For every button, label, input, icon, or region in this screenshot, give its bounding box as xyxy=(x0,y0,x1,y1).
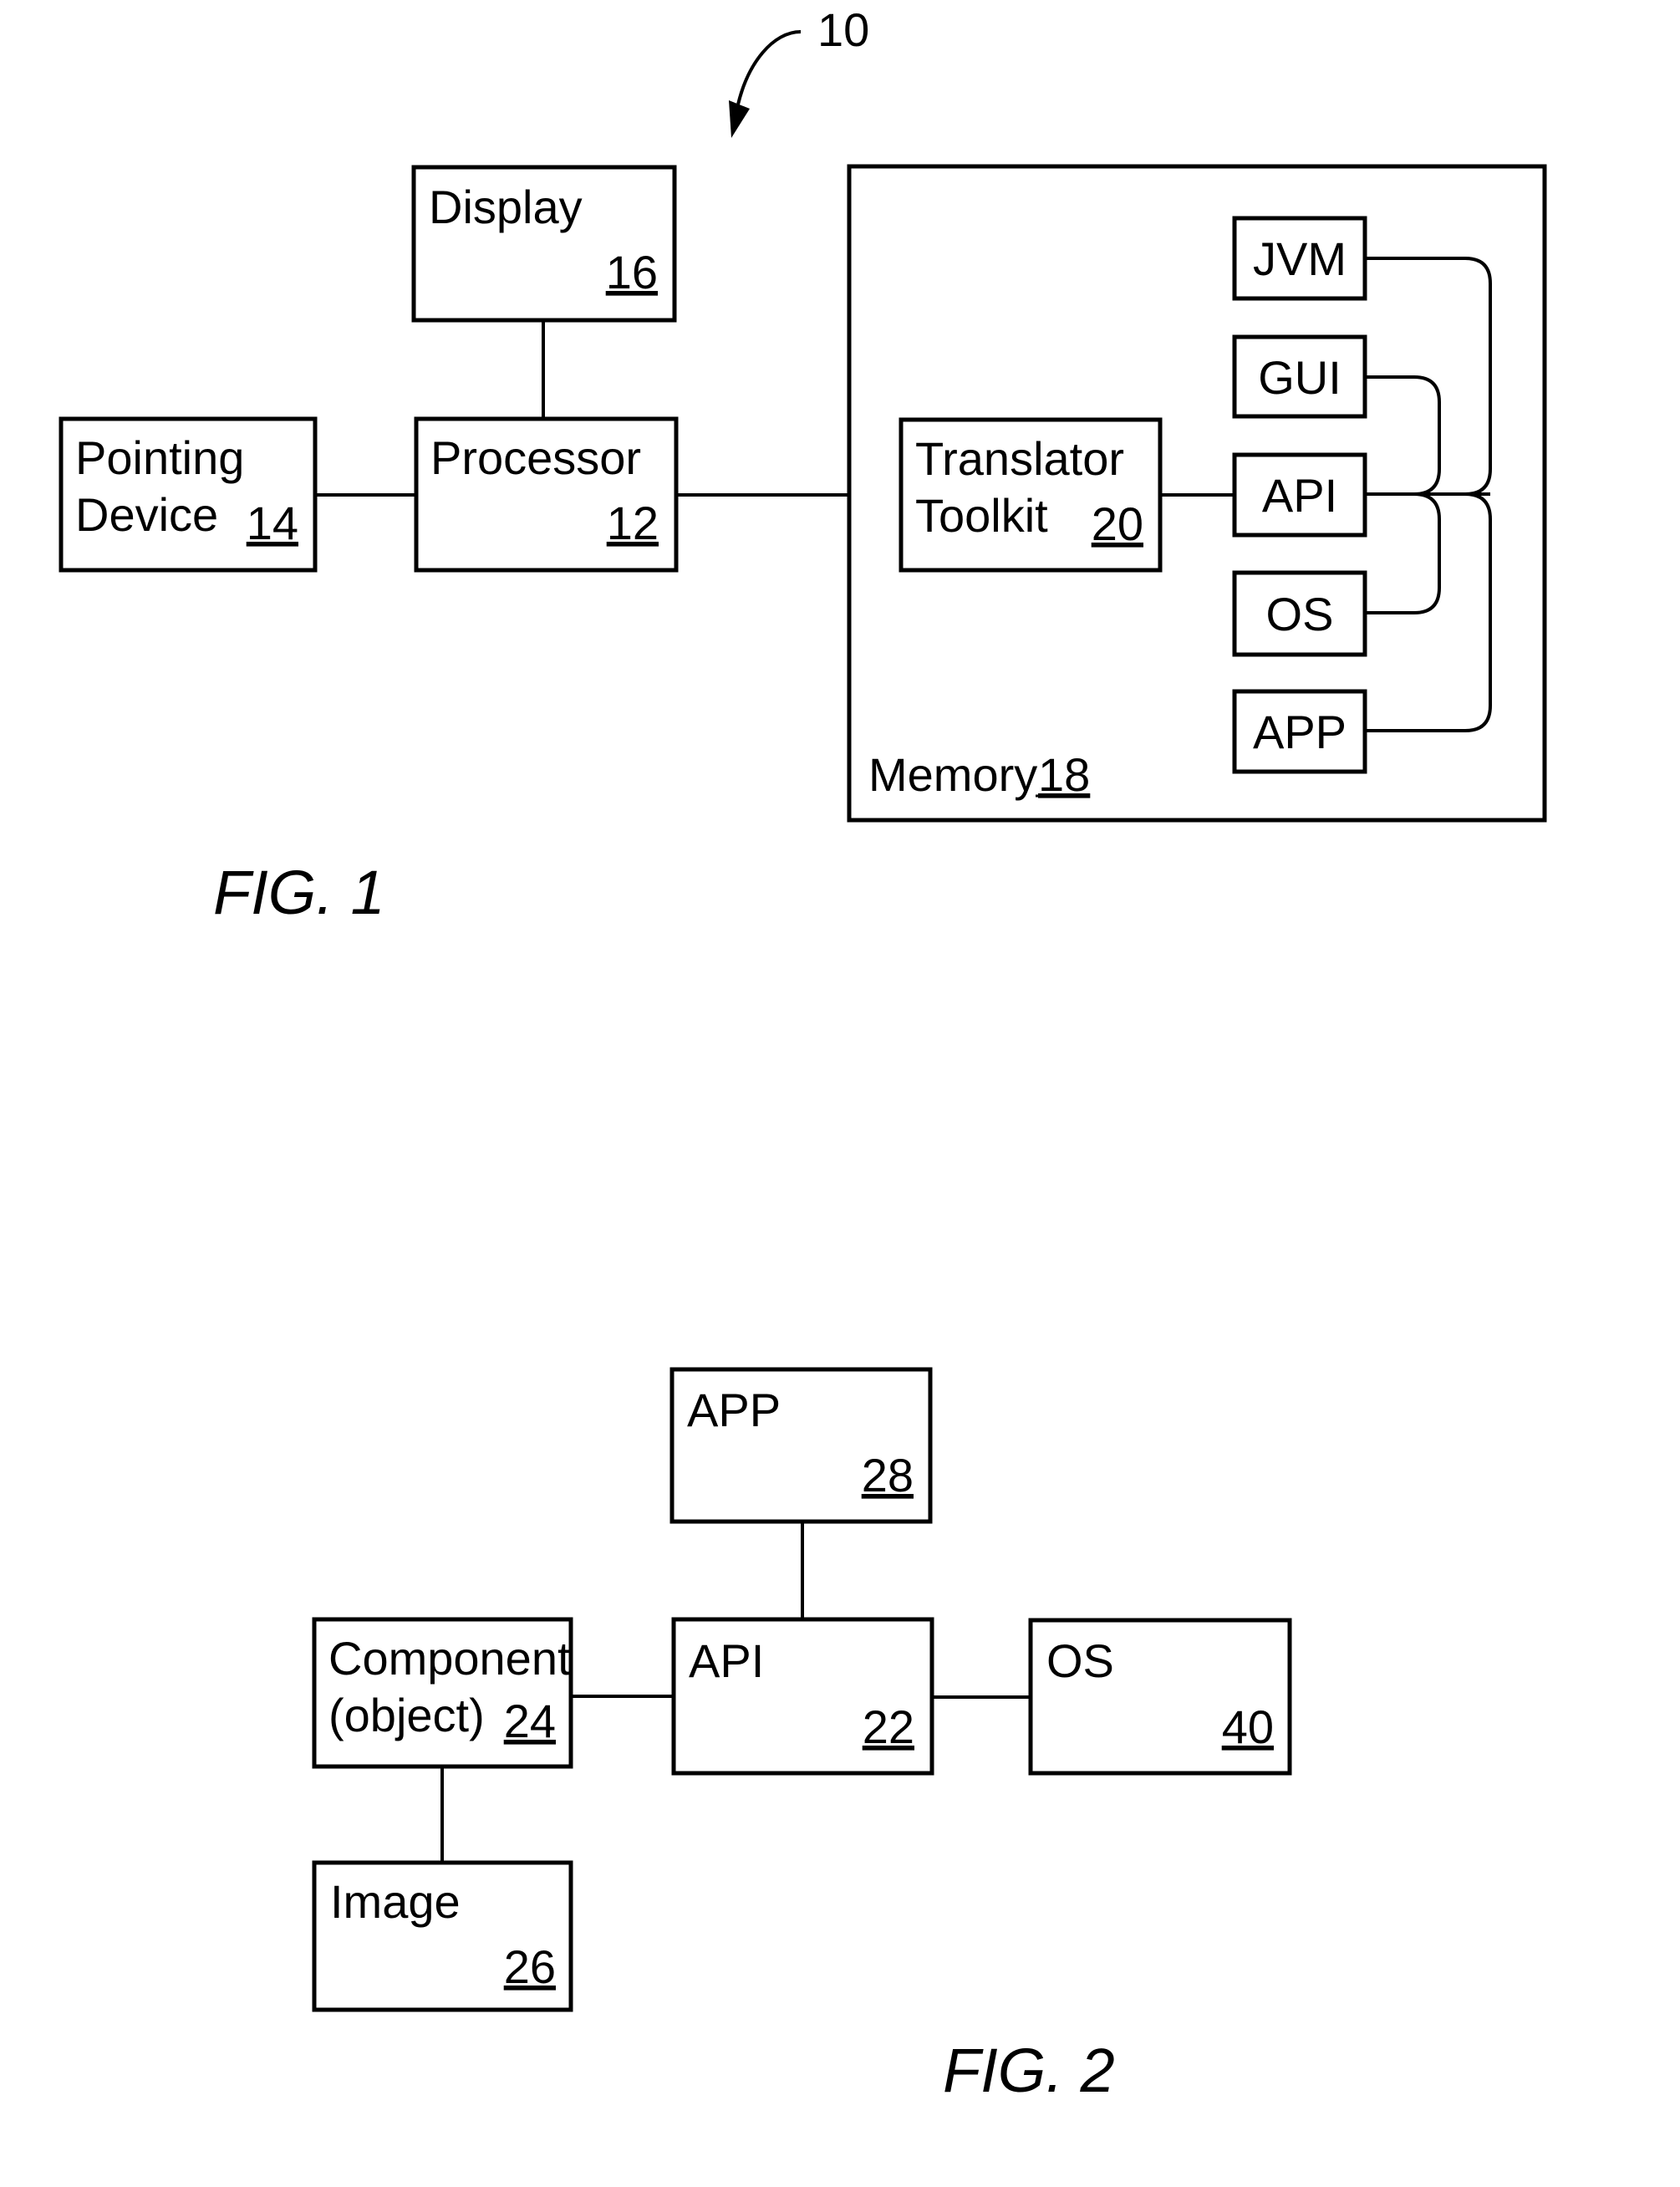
patent-drawing-sheet: 10 Display 16 Pointing Device 14 Process… xyxy=(59,3,1547,2105)
api-ref-fig2: 22 xyxy=(863,1700,914,1753)
image-label: Image xyxy=(330,1875,461,1928)
api-label: API xyxy=(1262,469,1337,522)
memory-ref: 18 xyxy=(1038,748,1090,801)
os-ref-fig2: 40 xyxy=(1222,1700,1274,1753)
system-reference: 10 xyxy=(729,3,869,138)
component-block: Component (object) 24 xyxy=(312,1617,573,1769)
api-block-fig2: API 22 xyxy=(671,1617,934,1776)
jvm-label: JVM xyxy=(1253,232,1347,285)
gui-block: GUI xyxy=(1232,334,1367,419)
gui-label: GUI xyxy=(1258,351,1341,404)
app-label-fig2: APP xyxy=(687,1384,781,1436)
memory-label: Memory xyxy=(868,748,1037,801)
os-label: OS xyxy=(1266,588,1334,640)
component-label-line1: Component xyxy=(328,1632,571,1685)
figure-2-caption: FIG. 2 xyxy=(943,2036,1115,2105)
display-ref: 16 xyxy=(606,246,658,298)
app-block-fig2: APP 28 xyxy=(669,1367,933,1524)
os-block-fig2: OS 40 xyxy=(1028,1618,1292,1776)
os-label-fig2: OS xyxy=(1046,1634,1114,1687)
pointing-device-ref: 14 xyxy=(247,497,298,549)
processor-ref: 12 xyxy=(607,497,659,549)
app-ref-fig2: 28 xyxy=(862,1449,914,1501)
image-ref: 26 xyxy=(504,1940,556,1993)
pointing-device-label-line1: Pointing xyxy=(75,431,244,484)
api-label-fig2: API xyxy=(689,1634,764,1687)
translator-toolkit-label-line2: Toolkit xyxy=(915,489,1048,542)
system-ref-number: 10 xyxy=(817,3,869,56)
figure-1: 10 Display 16 Pointing Device 14 Process… xyxy=(59,3,1547,927)
curved-arrow-icon xyxy=(736,30,802,105)
jvm-block: JVM xyxy=(1232,216,1367,301)
component-ref: 24 xyxy=(504,1695,556,1747)
display-label: Display xyxy=(429,181,583,233)
figure-2: APP 28 API 22 OS 40 Component (object) 2… xyxy=(312,1367,1292,2105)
processor-block: Processor 12 xyxy=(414,416,679,573)
figure-1-caption: FIG. 1 xyxy=(213,858,385,927)
processor-label: Processor xyxy=(430,431,641,484)
image-block: Image 26 xyxy=(312,1860,573,2012)
translator-toolkit-ref: 20 xyxy=(1092,497,1143,550)
pointing-device-label-line2: Device xyxy=(75,488,218,541)
api-block: API xyxy=(1232,452,1367,538)
os-block: OS xyxy=(1232,570,1367,657)
component-label-line2: (object) xyxy=(328,1689,485,1741)
translator-toolkit-label-line1: Translator xyxy=(915,432,1124,485)
app-block: APP xyxy=(1232,689,1367,774)
pointing-device-block: Pointing Device 14 xyxy=(59,416,318,573)
translator-toolkit-block: Translator Toolkit 20 xyxy=(899,417,1163,573)
display-block: Display 16 xyxy=(411,165,677,323)
app-label: APP xyxy=(1253,706,1347,758)
arrowhead-icon xyxy=(729,100,750,138)
